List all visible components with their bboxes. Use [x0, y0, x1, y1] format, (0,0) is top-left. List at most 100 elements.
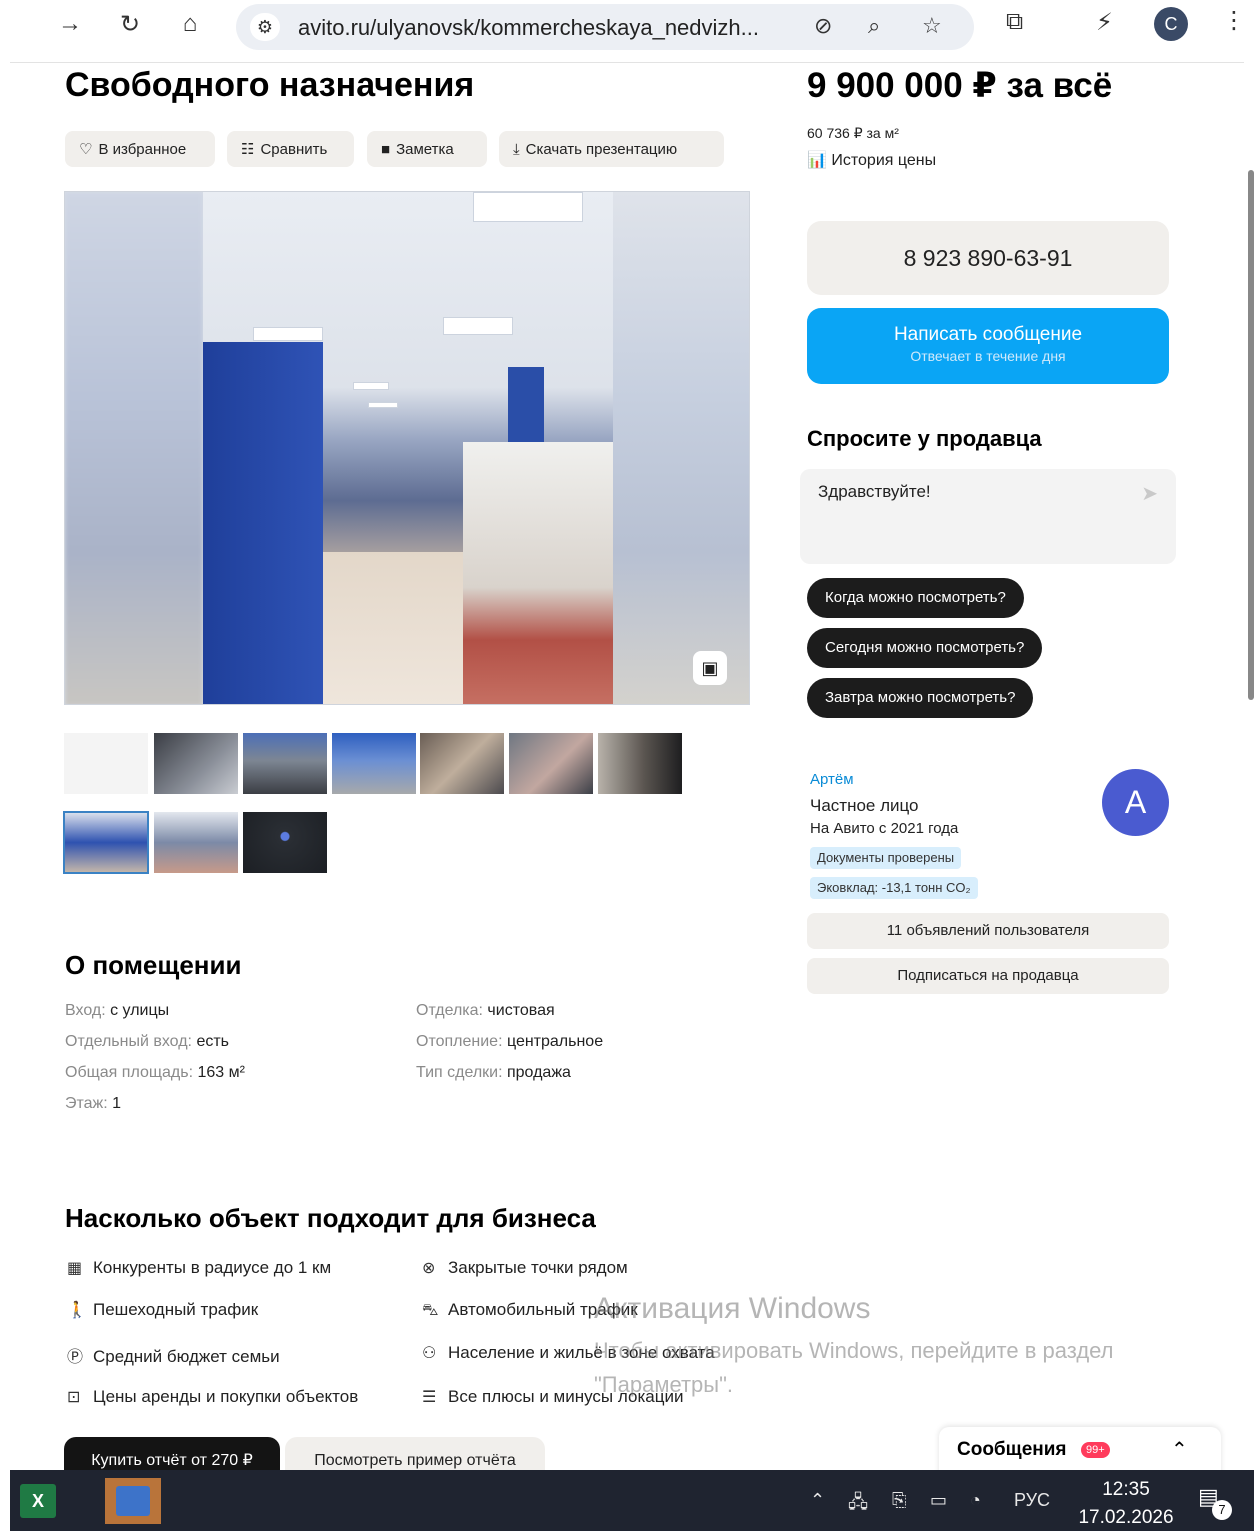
- home-icon[interactable]: ⌂: [172, 6, 208, 42]
- prop-value: 163 м²: [197, 1064, 245, 1081]
- thumbnail-photo[interactable]: [154, 733, 238, 794]
- biz-item-competitors: ▦ Конкуренты в радиусе до 1 км: [67, 1258, 331, 1278]
- thumbnail-photo[interactable]: [154, 812, 238, 873]
- price-history-label: История цены: [831, 152, 937, 169]
- seller-ads-button[interactable]: 11 объявлений пользователя: [807, 913, 1169, 949]
- windows-taskbar: X ⌃ 🖧 ⎘ ▭ ◔ РУС 12:35 17.02.2026 ▤ 7: [10, 1470, 1254, 1531]
- thumbnail-photo-selected[interactable]: [63, 811, 149, 874]
- reload-icon[interactable]: ↻: [112, 6, 148, 42]
- business-section-title: Насколько объект подходит для бизнеса: [65, 1203, 596, 1233]
- windows-activation-text: "Параметры".: [594, 1372, 734, 1397]
- windows-activation-title: Активация Windows: [594, 1292, 871, 1325]
- wifi-icon[interactable]: ◔: [970, 1490, 981, 1511]
- prop-entrance: Вход: с улицы: [65, 1002, 169, 1020]
- chevron-up-icon[interactable]: ⌃: [1171, 1437, 1188, 1462]
- prop-deal-type: Тип сделки: продажа: [416, 1064, 571, 1082]
- download-presentation-button[interactable]: ⤓ Скачать презентацию: [499, 131, 724, 167]
- performance-icon[interactable]: ⚡: [1096, 8, 1113, 37]
- thumbnail-floorplan[interactable]: [64, 733, 148, 794]
- forward-icon[interactable]: →: [52, 6, 88, 42]
- biz-item-budget: Ⓟ Средний бюджет семьи: [67, 1343, 280, 1367]
- thumbnail-map[interactable]: [243, 812, 327, 873]
- thumbnail-photo[interactable]: [420, 733, 504, 794]
- location-off-icon[interactable]: ⊘: [814, 13, 832, 39]
- zoom-icon[interactable]: ⌕: [868, 13, 880, 39]
- excel-taskbar-icon[interactable]: X: [10, 1478, 66, 1524]
- biz-label: Средний бюджет семьи: [93, 1347, 280, 1366]
- photo-gallery[interactable]: ▣: [64, 191, 750, 705]
- quick-question-chip[interactable]: Завтра можно посмотреть?: [807, 678, 1034, 718]
- compare-label: Сравнить: [260, 140, 328, 158]
- device-icon[interactable]: ⎘: [892, 1490, 906, 1511]
- prop-area: Общая площадь: 163 м²: [65, 1064, 245, 1082]
- gallery-blur-left: [65, 192, 203, 704]
- messages-badge: 99+: [1081, 1442, 1110, 1458]
- floorplan-icon[interactable]: ▣: [693, 651, 727, 685]
- ceiling-light: [253, 327, 323, 341]
- ask-seller-text[interactable]: Здравствуйте!: [818, 482, 931, 502]
- note-button[interactable]: ■ Заметка: [367, 131, 487, 167]
- quick-question-chip[interactable]: Сегодня можно посмотреть?: [807, 628, 1043, 668]
- biz-label: Пешеходный трафик: [93, 1300, 259, 1319]
- thumbnail-photo[interactable]: [598, 733, 682, 794]
- send-icon[interactable]: ➤: [1141, 481, 1158, 506]
- price-per-m2: 60 736 ₽ за м²: [807, 125, 899, 141]
- about-section-title: О помещении: [65, 950, 242, 980]
- prop-key: Отдельный вход:: [65, 1033, 197, 1050]
- docs-verified-badge: Документы проверены: [810, 847, 962, 869]
- thumbnail-photo[interactable]: [243, 733, 327, 794]
- url-text[interactable]: avito.ru/ulyanovsk/kommercheskaya_nedviz…: [298, 15, 759, 41]
- prop-value: чистовая: [487, 1002, 555, 1019]
- prop-heating: Отопление: центральное: [416, 1033, 603, 1051]
- clock-date: 17.02.2026: [1078, 1507, 1174, 1528]
- people-icon: ⚇: [422, 1345, 437, 1362]
- prop-value: с улицы: [110, 1002, 170, 1019]
- prop-key: Общая площадь:: [65, 1064, 198, 1081]
- biz-item-prices: ⊡ Цены аренды и покупки объектов: [67, 1387, 358, 1407]
- favorite-button[interactable]: ♡ В избранное: [65, 131, 215, 167]
- seller-name-link[interactable]: Артём: [810, 771, 854, 788]
- chart-icon: ⊡: [67, 1389, 81, 1406]
- thumbnail-photo[interactable]: [332, 733, 416, 794]
- seller-avatar[interactable]: А: [1102, 769, 1169, 836]
- price-history-link[interactable]: 📊 История цены: [807, 150, 936, 170]
- site-settings-icon[interactable]: ⚙: [250, 13, 280, 41]
- tray-chevron-up-icon[interactable]: ⌃: [810, 1490, 825, 1511]
- biz-label: Конкуренты в радиусе до 1 км: [93, 1258, 332, 1277]
- remote-desktop-taskbar-icon[interactable]: [105, 1478, 161, 1524]
- show-phone-button[interactable]: 8 923 890-63-91: [807, 221, 1169, 295]
- prop-value: центральное: [506, 1033, 604, 1050]
- blue-wall: [203, 342, 323, 704]
- list-icon: ☰: [422, 1389, 437, 1406]
- write-message-button[interactable]: Написать сообщение Отвечает в течение дн…: [807, 308, 1169, 384]
- quick-question-chip[interactable]: Когда можно посмотреть?: [807, 578, 1024, 618]
- tiled-floor: [323, 552, 463, 704]
- thumbnail-photo[interactable]: [509, 733, 593, 794]
- compare-button[interactable]: ☷ Сравнить: [227, 131, 354, 167]
- windows-activation-text: Чтобы активировать Windows, перейдите в …: [594, 1338, 1114, 1363]
- profile-avatar[interactable]: C: [1154, 7, 1188, 41]
- walk-icon: 🚶: [67, 1302, 87, 1319]
- battery-icon[interactable]: ▭: [930, 1490, 947, 1511]
- ask-seller-input[interactable]: Здравствуйте! ➤: [800, 469, 1176, 564]
- listing-price: 9 900 000 ₽ за всё: [807, 66, 1113, 105]
- ceiling-light: [353, 382, 389, 390]
- download-icon: ⤓: [513, 140, 520, 158]
- address-bar[interactable]: ⚙ avito.ru/ulyanovsk/kommercheskaya_nedv…: [236, 4, 974, 50]
- biz-item-pedestrian: 🚶 Пешеходный трафик: [67, 1300, 258, 1320]
- notification-icon[interactable]: ▤ 7: [1198, 1484, 1232, 1520]
- scrollbar-thumb[interactable]: [1248, 170, 1254, 700]
- closed-icon: ⊗: [422, 1260, 436, 1277]
- menu-dots-icon[interactable]: ⋮: [1222, 6, 1246, 35]
- heart-icon: ♡: [79, 141, 93, 158]
- prop-separate-entrance: Отдельный вход: есть: [65, 1033, 229, 1051]
- language-indicator[interactable]: РУС: [1014, 1490, 1050, 1511]
- coin-icon: Ⓟ: [67, 1349, 84, 1366]
- bookmark-star-icon[interactable]: ☆: [922, 13, 942, 39]
- subscribe-seller-button[interactable]: Подписаться на продавца: [807, 958, 1169, 994]
- extensions-icon[interactable]: ⧉: [1006, 8, 1023, 36]
- prop-value: есть: [196, 1033, 229, 1050]
- main-photo[interactable]: [203, 192, 613, 704]
- clock[interactable]: 12:35 17.02.2026: [1076, 1476, 1176, 1532]
- network-icon[interactable]: 🖧: [848, 1490, 868, 1520]
